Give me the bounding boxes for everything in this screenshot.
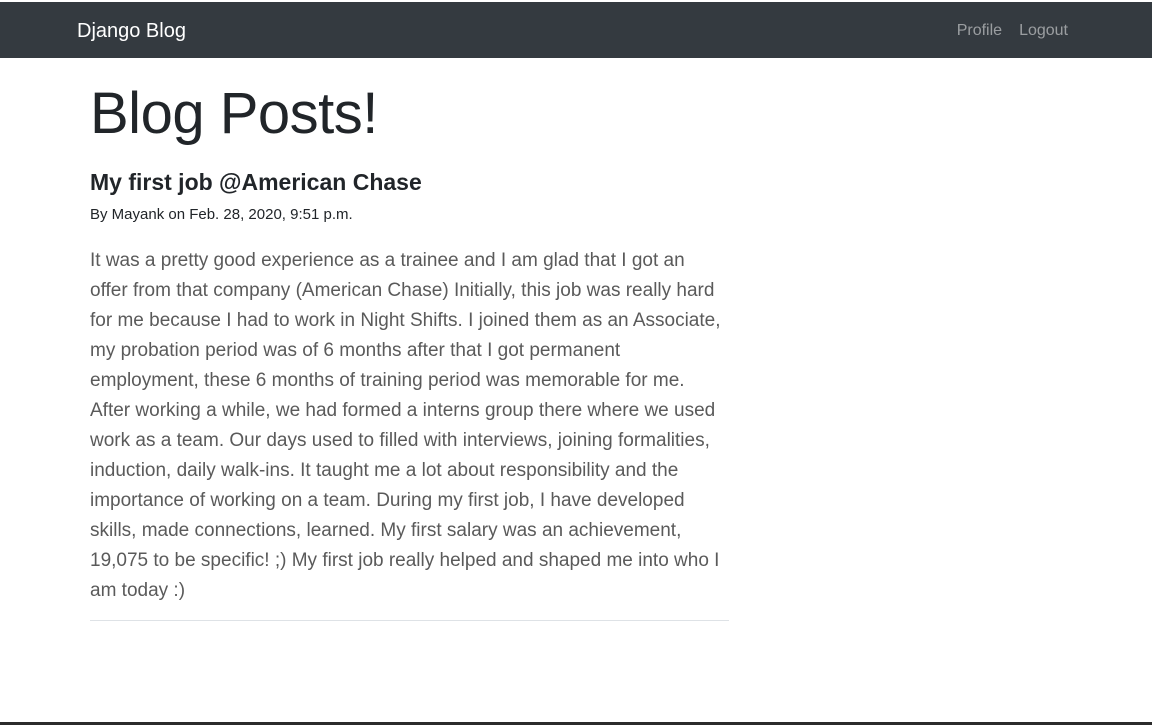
post-body: It was a pretty good experience as a tra… bbox=[90, 250, 721, 601]
post-divider bbox=[90, 620, 729, 621]
nav-link-logout[interactable]: Logout bbox=[1019, 21, 1068, 41]
post-title: My first job @American Chase bbox=[90, 169, 422, 195]
navbar-brand[interactable]: Django Blog bbox=[77, 19, 186, 43]
navbar: Django Blog Profile Logout bbox=[0, 2, 1152, 58]
post-card: My first job @American Chase By Mayank o… bbox=[90, 168, 730, 621]
page-title: Blog Posts! bbox=[90, 81, 378, 146]
post-meta: By Mayank on Feb. 28, 2020, 9:51 p.m. bbox=[90, 206, 353, 223]
navbar-links: Profile Logout bbox=[957, 21, 1068, 41]
nav-link-profile[interactable]: Profile bbox=[957, 21, 1002, 41]
